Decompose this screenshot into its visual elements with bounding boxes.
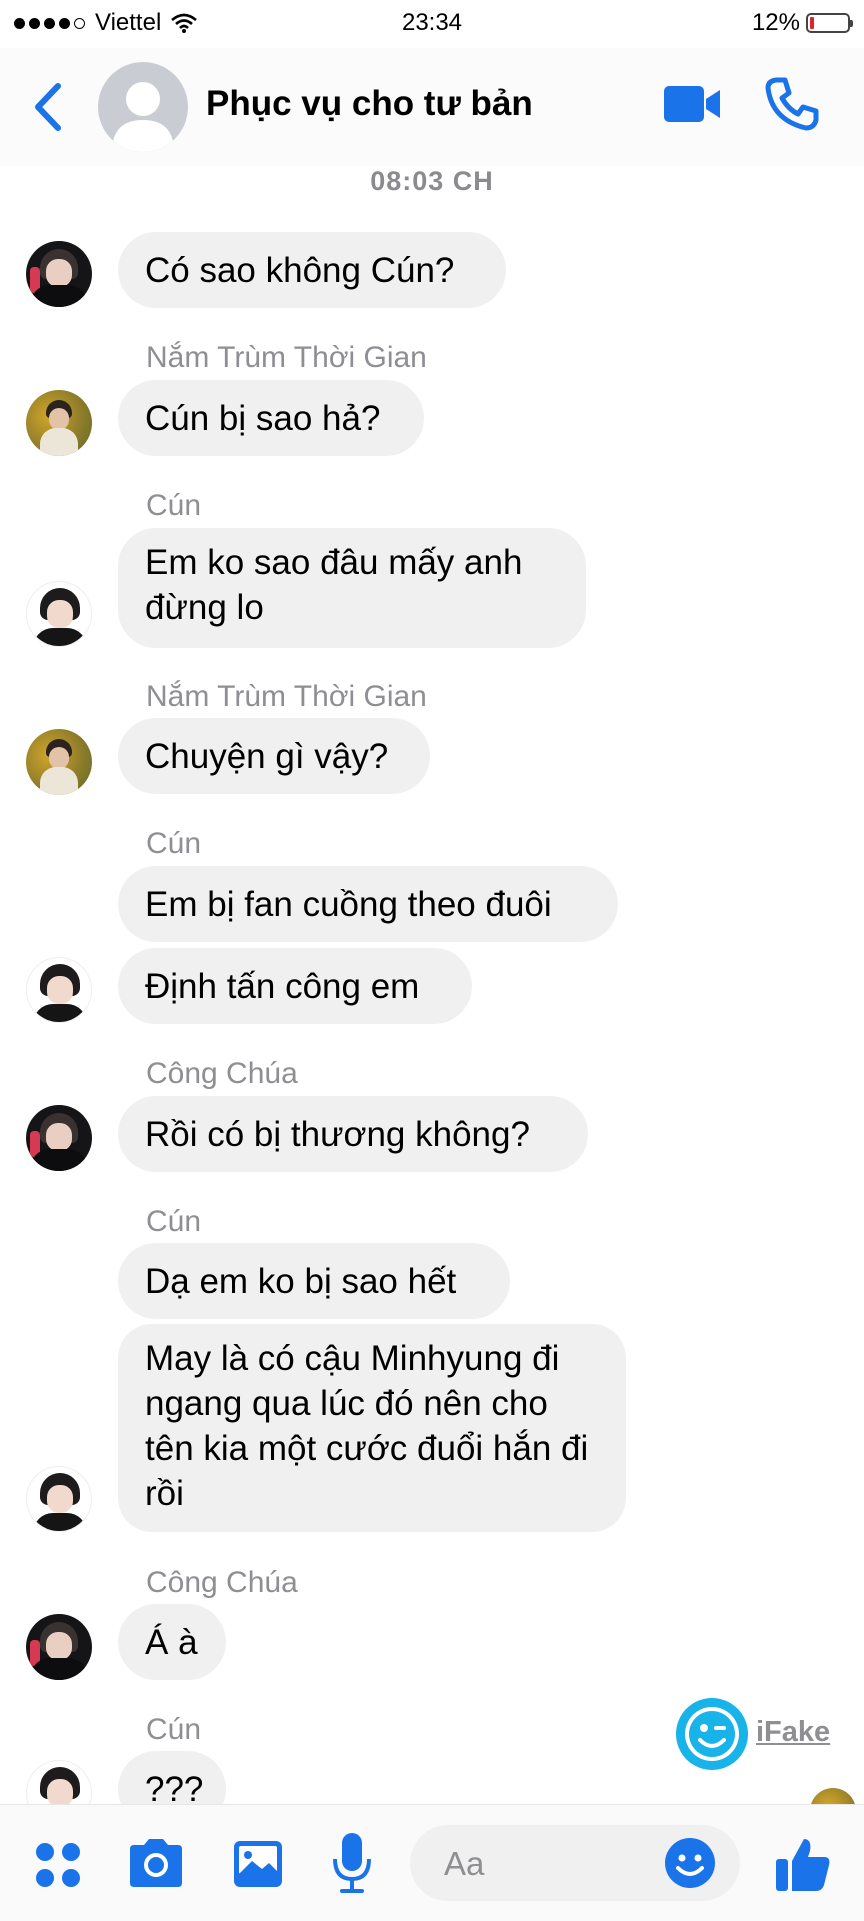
message-bubble[interactable]: Á à: [118, 1604, 226, 1680]
video-camera-icon[interactable]: [662, 82, 724, 126]
message-input-placeholder: Aa: [444, 1845, 485, 1882]
message-bubble[interactable]: May là có cậu Minhyung đi ngang qua lúc …: [118, 1324, 626, 1532]
avatar[interactable]: [26, 1466, 92, 1532]
avatar[interactable]: [26, 581, 92, 647]
sender-name: Cún: [146, 1205, 202, 1238]
sender-name: Cún: [146, 489, 202, 522]
phone-icon[interactable]: [764, 76, 820, 132]
microphone-icon[interactable]: [332, 1831, 372, 1895]
thumbs-up-icon[interactable]: [774, 1835, 832, 1893]
battery-icon: [806, 13, 853, 33]
person-placeholder-icon: [112, 82, 174, 152]
avatar[interactable]: [26, 957, 92, 1023]
message-bubble[interactable]: Dạ em ko bị sao hết: [118, 1243, 510, 1319]
clock: 23:34: [401, 9, 463, 36]
status-bar: Viettel 23:34 12%: [0, 0, 864, 48]
message-bubble[interactable]: Em bị fan cuồng theo đuôi: [118, 866, 618, 942]
timestamp: 08:03 CH: [370, 166, 494, 196]
ifake-logo-icon: [676, 1698, 748, 1770]
apps-icon[interactable]: [34, 1841, 82, 1889]
message-bubble[interactable]: Rồi có bị thương không?: [118, 1096, 588, 1172]
avatar[interactable]: [26, 1105, 92, 1171]
message-input[interactable]: Aa: [410, 1825, 740, 1901]
sender-name: Nắm Trùm Thời Gian: [146, 341, 427, 374]
group-avatar[interactable]: [98, 62, 188, 152]
conversation-header: Phục vụ cho tư bản: [0, 48, 864, 166]
avatar[interactable]: [26, 390, 92, 456]
image-icon[interactable]: [232, 1839, 284, 1889]
message-bubble[interactable]: Cún bị sao hả?: [118, 380, 424, 456]
battery-percent: 12%: [751, 9, 800, 36]
avatar[interactable]: [26, 729, 92, 795]
message-bubble[interactable]: Em ko sao đâu mấy anh đừng lo: [118, 528, 586, 648]
composer-toolbar: Aa: [0, 1804, 864, 1921]
emoji-icon[interactable]: [664, 1837, 716, 1889]
sender-name: Công Chúa: [146, 1566, 298, 1599]
sender-name: Nắm Trùm Thời Gian: [146, 680, 427, 713]
watermark-text: iFake: [756, 1716, 831, 1748]
message-bubble[interactable]: Chuyện gì vậy?: [118, 718, 430, 794]
sender-name: Cún: [146, 827, 202, 860]
chevron-left-icon[interactable]: [30, 80, 66, 134]
avatar[interactable]: [26, 241, 92, 307]
avatar[interactable]: [26, 1614, 92, 1680]
camera-icon[interactable]: [126, 1837, 186, 1889]
conversation-title[interactable]: Phục vụ cho tư bản: [206, 84, 533, 124]
message-bubble[interactable]: Định tấn công em: [118, 948, 472, 1024]
sender-name: Công Chúa: [146, 1057, 298, 1090]
sender-name: Cún: [146, 1713, 202, 1746]
message-bubble[interactable]: Có sao không Cún?: [118, 232, 506, 308]
